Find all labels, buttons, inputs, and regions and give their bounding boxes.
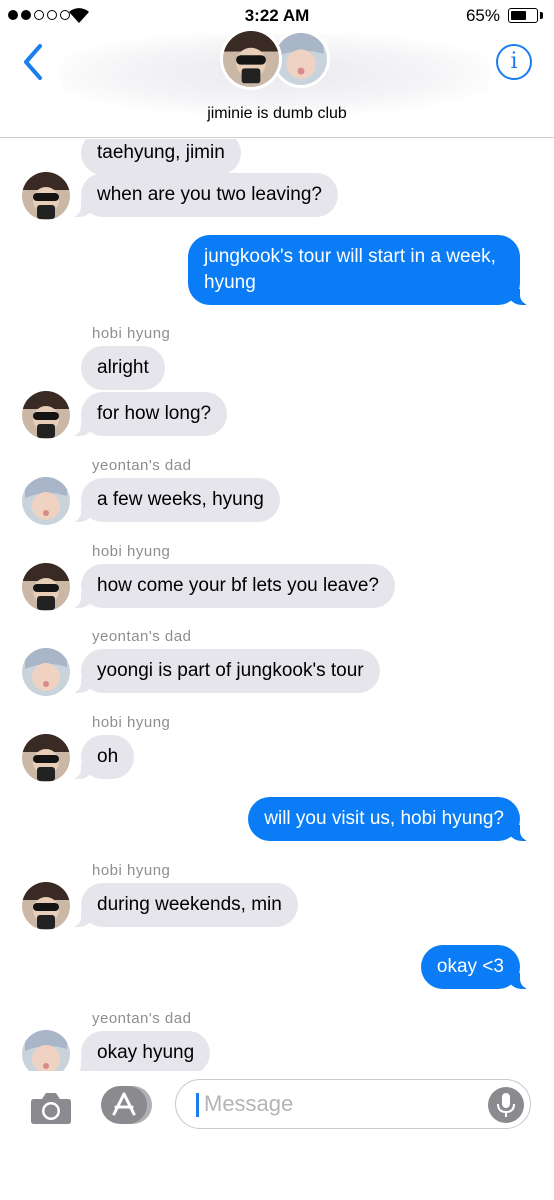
message-bubble-incoming[interactable]: oh: [68, 735, 135, 779]
message-text: during weekends, min: [97, 894, 282, 915]
message-text: for how long?: [97, 403, 212, 424]
sender-label: hobi hyung: [92, 543, 171, 560]
group-name[interactable]: jiminie is dumb club: [0, 105, 554, 123]
sender-label: yeontan's dad: [92, 457, 192, 474]
app-store-icon[interactable]: [100, 1085, 152, 1125]
message-list[interactable]: taehyung, jimin when are you two leaving…: [0, 139, 554, 1071]
message-bubble-outgoing[interactable]: jungkook's tour will start in a week, hy…: [188, 235, 532, 305]
message-text: yoongi is part of jungkook's tour: [97, 660, 364, 681]
message-text: jungkook's tour will start in a week, hy…: [204, 246, 496, 293]
battery-icon: [508, 8, 538, 23]
avatar-yeontan[interactable]: [22, 1030, 70, 1071]
avatar-hobi[interactable]: [22, 734, 70, 782]
sender-label: yeontan's dad: [92, 628, 192, 645]
battery-percentage: 65%: [465, 6, 500, 25]
message-text: will you visit us, hobi hyung?: [264, 808, 504, 829]
message-bubble-incoming[interactable]: how come your bf lets you leave?: [69, 564, 395, 608]
message-bubble-incoming[interactable]: when are you two leaving?: [69, 173, 338, 217]
message-bubble-incoming[interactable]: a few weeks, hyung: [69, 478, 280, 522]
avatar-yeontan[interactable]: [22, 477, 70, 525]
message-bubble-incoming[interactable]: for how long?: [68, 392, 228, 436]
message-bubble-incoming[interactable]: yoongi is part of jungkook's tour: [69, 649, 380, 693]
message-bubble-outgoing[interactable]: will you visit us, hobi hyung?: [248, 797, 532, 841]
message-bubble-outgoing[interactable]: okay <3: [420, 945, 533, 989]
camera-icon[interactable]: [30, 1091, 72, 1125]
sender-label: yeontan's dad: [92, 1010, 192, 1027]
text-caret: [196, 1093, 199, 1117]
sender-label: hobi hyung: [92, 325, 171, 342]
message-bubble-incoming[interactable]: okay hyung: [68, 1031, 211, 1071]
info-icon[interactable]: i: [496, 44, 532, 80]
message-bubble-incoming[interactable]: taehyung, jimin: [81, 139, 241, 175]
conversation-header: i jiminie is dumb club: [0, 28, 554, 138]
microphone-icon[interactable]: [488, 1087, 524, 1123]
group-avatars[interactable]: [220, 28, 340, 92]
message-bubble-incoming[interactable]: alright: [81, 346, 165, 390]
message-placeholder: Message: [204, 1091, 294, 1116]
message-text: a few weeks, hyung: [97, 489, 264, 510]
group-avatar-hobi: [220, 28, 282, 90]
avatar-hobi[interactable]: [22, 172, 70, 220]
message-text: how come your bf lets you leave?: [97, 575, 379, 596]
avatar-hobi[interactable]: [22, 391, 70, 439]
message-bubble-incoming[interactable]: during weekends, min: [69, 883, 298, 927]
message-input[interactable]: Message: [175, 1079, 531, 1129]
avatar-hobi[interactable]: [22, 882, 70, 930]
battery-tip: [540, 12, 543, 19]
input-bar: Message: [0, 1071, 554, 1141]
message-text: alright: [97, 357, 149, 378]
message-text: okay hyung: [97, 1042, 195, 1063]
message-text: taehyung, jimin: [97, 142, 225, 163]
message-text: okay <3: [436, 956, 504, 977]
sender-label: hobi hyung: [92, 862, 171, 879]
avatar-yeontan[interactable]: [22, 648, 70, 696]
sender-label: hobi hyung: [92, 714, 171, 731]
message-text: oh: [97, 746, 119, 767]
message-text: when are you two leaving?: [97, 184, 322, 205]
avatar-hobi[interactable]: [22, 563, 70, 611]
back-chevron-icon[interactable]: [18, 42, 50, 82]
